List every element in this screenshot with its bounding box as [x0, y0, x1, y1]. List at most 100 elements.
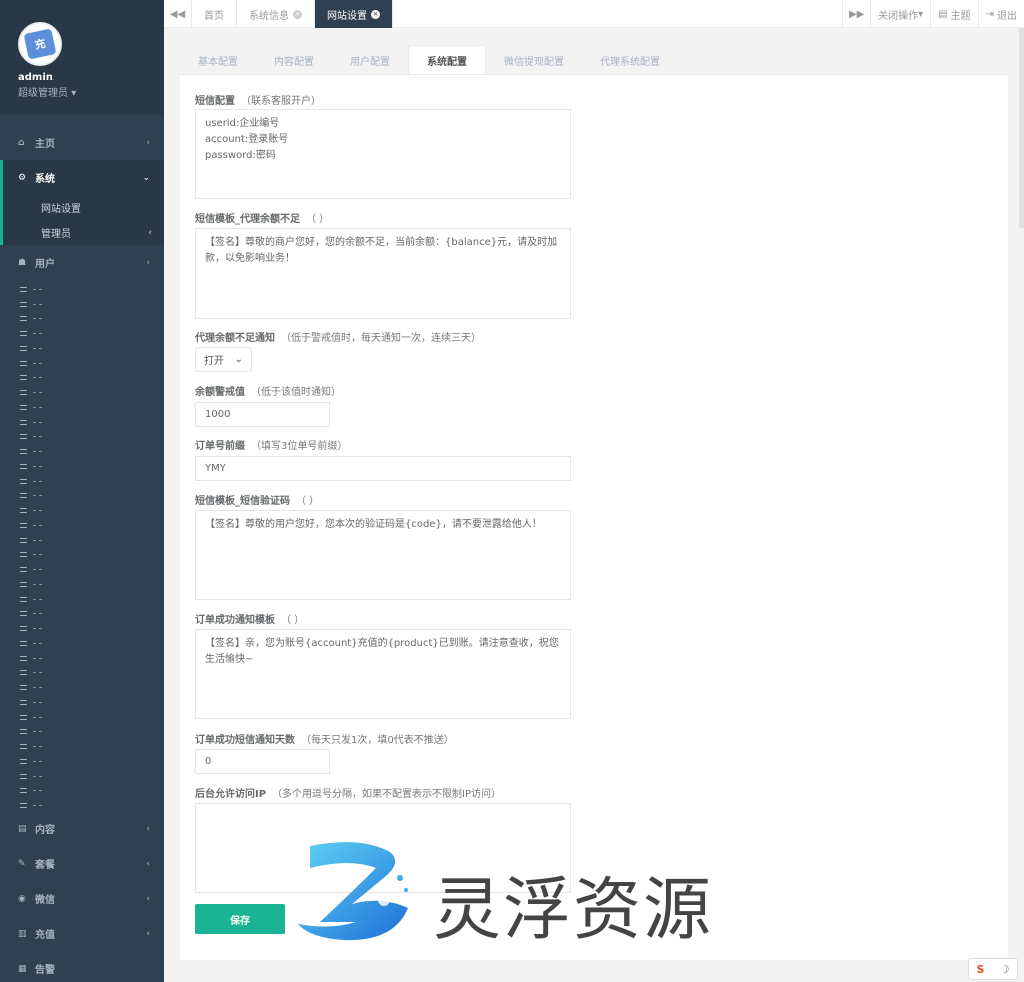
order-success-days-input[interactable]: 0	[195, 749, 330, 774]
menu-item-placeholder	[33, 716, 42, 718]
order-prefix-label: 订单号前缀 （填写3位单号前缀）	[195, 441, 348, 452]
nav-system[interactable]: ⚙ 系统 ⌄	[0, 160, 164, 195]
close-ops-dropdown[interactable]: 关闭操作 ▾	[870, 0, 930, 28]
corner-widget[interactable]: S ☽	[968, 958, 1018, 980]
user-submenu-item[interactable]	[0, 577, 164, 592]
user-submenu-item[interactable]	[0, 784, 164, 799]
user-submenu-item[interactable]	[0, 562, 164, 577]
edit-icon: ✎	[18, 858, 26, 869]
user-submenu-item[interactable]	[0, 798, 164, 811]
theme-button[interactable]: ▤ 主题	[930, 0, 977, 28]
tab-agent-system-config[interactable]: 代理系统配置	[582, 45, 678, 75]
list-icon	[20, 567, 27, 573]
logout-icon: ⇥	[985, 8, 994, 20]
low-balance-notice-select[interactable]: 打开 ⌄	[195, 347, 252, 372]
user-submenu-item[interactable]	[0, 533, 164, 548]
user-submenu-item[interactable]	[0, 341, 164, 356]
tab-system-config[interactable]: 系统配置	[408, 45, 486, 75]
tab-basic-config[interactable]: 基本配置	[180, 45, 256, 75]
menu-item-placeholder	[33, 406, 42, 408]
user-submenu-item[interactable]	[0, 695, 164, 710]
user-submenu-item[interactable]	[0, 297, 164, 312]
list-icon	[20, 478, 27, 484]
user-submenu-item[interactable]	[0, 592, 164, 607]
user-submenu-item[interactable]	[0, 503, 164, 518]
user-submenu-item[interactable]	[0, 666, 164, 681]
menu-item-placeholder	[33, 392, 42, 394]
avatar[interactable]: 充	[18, 22, 62, 66]
chevron-left-icon: ‹	[146, 257, 150, 268]
wechat-icon: ◉	[18, 893, 26, 904]
order-success-tpl-textarea[interactable]: 【签名】亲，您为账号{account}充值的{product}已到账。请注意查收…	[195, 629, 571, 719]
scroll-right-button[interactable]: ▶▶	[842, 0, 870, 28]
tab-system-info[interactable]: 系统信息 ×	[237, 0, 315, 28]
user-submenu-item[interactable]	[0, 400, 164, 415]
nav-recharge[interactable]: ▥ 充值 ‹	[0, 916, 164, 951]
tab-wechat-withdraw-config[interactable]: 微信提现配置	[486, 45, 582, 75]
avatar-logo: 充	[23, 28, 57, 60]
user-submenu-item[interactable]	[0, 754, 164, 769]
user-submenu-item[interactable]	[0, 444, 164, 459]
user-submenu-item[interactable]	[0, 739, 164, 754]
scroll-left-button[interactable]: ◀◀	[164, 0, 192, 28]
user-submenu-item[interactable]	[0, 326, 164, 341]
user-submenu-item[interactable]	[0, 489, 164, 504]
menu-item-placeholder	[33, 377, 42, 379]
nav-site-settings[interactable]: 网站设置	[3, 195, 164, 220]
nav-admins[interactable]: 管理员 ‹	[3, 220, 164, 245]
menu-item-placeholder	[33, 539, 42, 541]
nav-alarm[interactable]: ▦ 告警	[0, 951, 164, 982]
user-submenu-item[interactable]	[0, 725, 164, 740]
user-submenu-item[interactable]	[0, 430, 164, 445]
sms-config-textarea[interactable]: userid:企业编号 account:登录账号 password:密码	[195, 109, 571, 199]
tab-site-settings[interactable]: 网站设置 ×	[315, 0, 393, 28]
close-tab-icon[interactable]: ×	[293, 9, 302, 19]
nav-users[interactable]: ☗ 用户 ‹	[0, 245, 164, 280]
user-submenu-item[interactable]	[0, 548, 164, 563]
user-submenu-item[interactable]	[0, 371, 164, 386]
user-submenu-item[interactable]	[0, 621, 164, 636]
order-prefix-input[interactable]: YMY	[195, 456, 571, 481]
user-submenu-item[interactable]	[0, 710, 164, 725]
config-tabs: 基本配置 内容配置 用户配置 系统配置 微信提现配置 代理系统配置	[180, 45, 678, 75]
logout-button[interactable]: ⇥ 退出	[977, 0, 1024, 28]
user-submenu-item[interactable]	[0, 474, 164, 489]
tab-home[interactable]: 首页	[192, 0, 237, 28]
nav-home[interactable]: ⌂ 主页 ‹	[0, 125, 164, 160]
home-icon: ⌂	[18, 137, 25, 148]
nav-content[interactable]: ▤ 内容 ‹	[0, 811, 164, 846]
menu-item-placeholder	[33, 687, 42, 689]
user-submenu-item[interactable]	[0, 680, 164, 695]
sms-low-balance-textarea[interactable]: 【签名】尊敬的商户您好，您的余额不足，当前余额：{balance}元，请及时加款…	[195, 228, 571, 319]
user-submenu-item[interactable]	[0, 607, 164, 622]
list-icon	[20, 331, 27, 337]
close-tab-icon[interactable]: ×	[371, 9, 380, 19]
save-button[interactable]: 保存	[195, 904, 285, 934]
list-icon	[20, 493, 27, 499]
user-submenu-item[interactable]	[0, 518, 164, 533]
user-submenu-item[interactable]	[0, 636, 164, 651]
user-submenu-item[interactable]	[0, 415, 164, 430]
watermark-logo-icon	[298, 842, 408, 941]
user-submenu-item[interactable]	[0, 356, 164, 371]
menu-item-placeholder	[33, 805, 42, 807]
user-submenu-item[interactable]	[0, 312, 164, 327]
user-submenu-item[interactable]	[0, 651, 164, 666]
user-submenu-item[interactable]	[0, 282, 164, 297]
sms-code-textarea[interactable]: 【签名】尊敬的用户您好，您本次的验证码是{code}，请不要泄露给他人！	[195, 510, 571, 600]
page-scrollbar[interactable]	[1019, 28, 1024, 228]
user-submenu-item[interactable]	[0, 769, 164, 784]
balance-alert-input[interactable]: 1000	[195, 402, 330, 427]
nav-package[interactable]: ✎ 套餐 ‹	[0, 846, 164, 881]
nav-wechat[interactable]: ◉ 微信 ‹	[0, 881, 164, 916]
menu-item-placeholder	[33, 760, 42, 762]
tab-user-config[interactable]: 用户配置	[332, 45, 408, 75]
user-submenu-item[interactable]	[0, 385, 164, 400]
menu-item-placeholder	[33, 583, 42, 585]
menu-item-placeholder	[33, 775, 42, 777]
list-icon	[20, 301, 27, 307]
user-submenu-item[interactable]	[0, 459, 164, 474]
tab-content-config[interactable]: 内容配置	[256, 45, 332, 75]
list-icon	[20, 508, 27, 514]
role-dropdown[interactable]: 超级管理员 ▾	[18, 84, 164, 99]
